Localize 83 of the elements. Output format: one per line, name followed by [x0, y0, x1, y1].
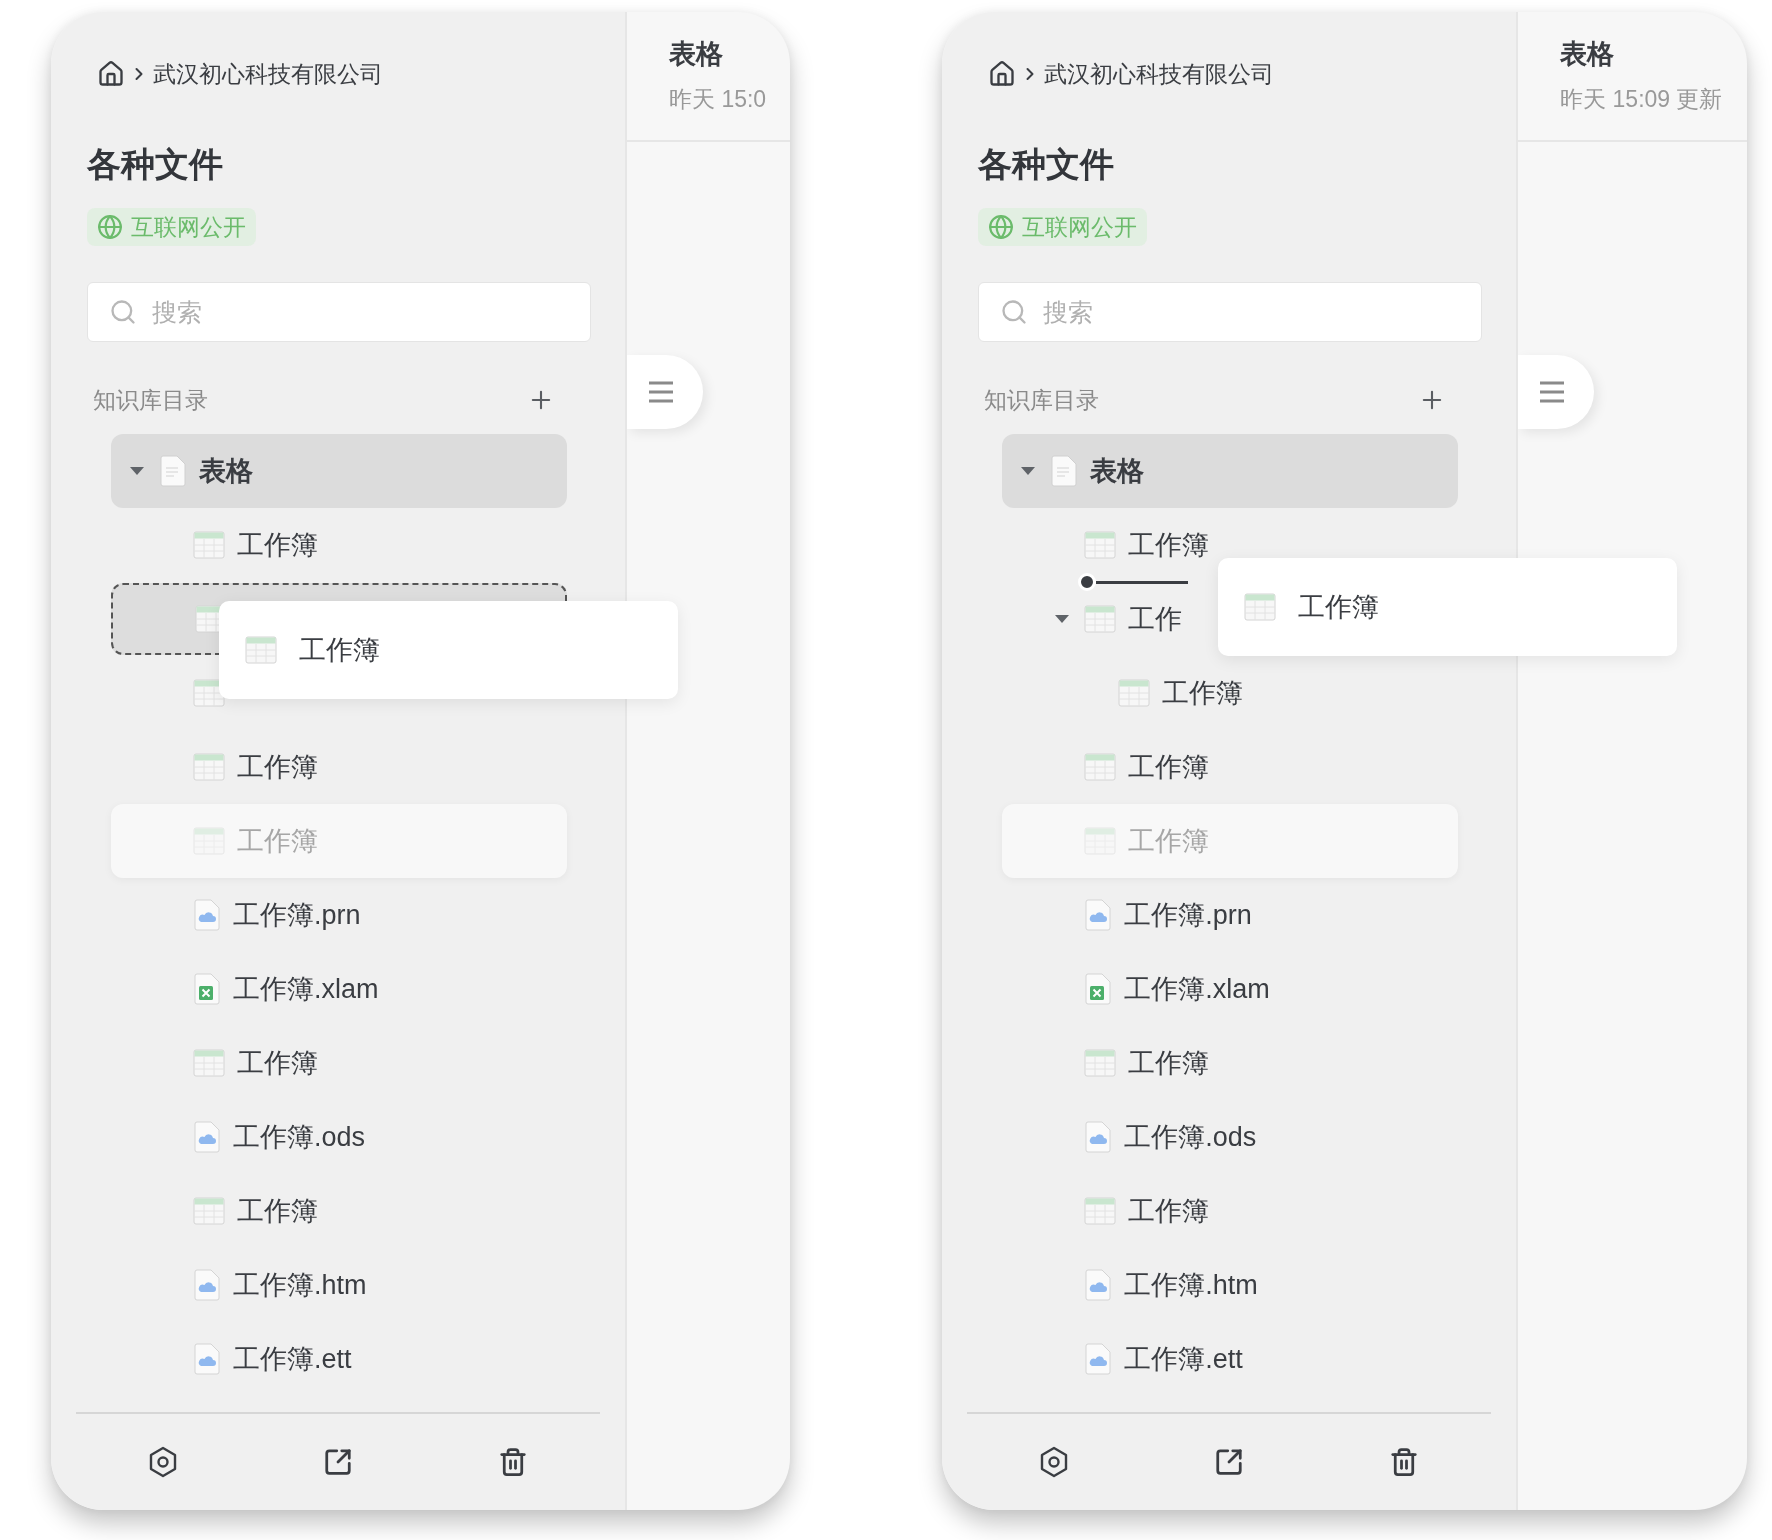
menu-icon: [1538, 380, 1567, 404]
spreadsheet-icon: [1084, 753, 1117, 781]
drag-preview-label: 工作簿: [299, 634, 380, 667]
section-label: 知识库目录: [93, 385, 208, 415]
tree-item[interactable]: 工作簿.ett: [111, 1322, 352, 1396]
menu-button[interactable]: [627, 355, 703, 429]
caret-icon[interactable]: [1020, 466, 1037, 476]
spreadsheet-icon: [193, 753, 225, 781]
tree-item[interactable]: 工作簿.ods: [111, 1100, 366, 1174]
excel-file-icon: [1084, 973, 1113, 1005]
spreadsheet-icon: [1084, 531, 1117, 559]
cloud-file-icon: [1084, 899, 1113, 931]
spreadsheet-icon: [193, 1049, 225, 1077]
breadcrumb-link[interactable]: 武汉初心科技有限公司: [1044, 58, 1275, 90]
tree-item[interactable]: 工作簿: [111, 1174, 318, 1248]
tree-item[interactable]: 工作簿.htm: [1002, 1248, 1258, 1322]
home-icon[interactable]: [988, 60, 1017, 88]
tree-item[interactable]: 工作簿.xlam: [111, 952, 379, 1026]
tree-item[interactable]: 工作簿: [1002, 508, 1210, 582]
search-field[interactable]: 搜索: [87, 282, 591, 342]
tree-item[interactable]: 工作簿: [1002, 730, 1210, 804]
spreadsheet-icon: [1084, 1197, 1117, 1225]
delete-icon[interactable]: [1388, 1447, 1419, 1477]
spreadsheet-icon: [245, 636, 277, 664]
tree-item[interactable]: 工作簿.ods: [1002, 1100, 1257, 1174]
tree-item[interactable]: 工作簿: [111, 730, 318, 804]
tree-item[interactable]: 工作: [1002, 582, 1183, 656]
spreadsheet-icon: [1084, 1049, 1117, 1077]
tree-item[interactable]: 表格: [111, 434, 567, 508]
page-title: 各种文件: [86, 144, 224, 185]
page-title: 各种文件: [977, 144, 1116, 185]
tree-item[interactable]: 工作簿.prn: [111, 878, 361, 952]
share-icon[interactable]: [323, 1447, 353, 1477]
tree-item[interactable]: 工作簿.prn: [1002, 878, 1252, 952]
cloud-file-icon: [1084, 1343, 1113, 1375]
excel-file-icon: [193, 973, 221, 1005]
cloud-file-icon: [193, 1343, 221, 1375]
tree-item[interactable]: 工作簿: [1002, 1174, 1210, 1248]
tree-item[interactable]: 工作簿.xlam: [1002, 952, 1270, 1026]
spreadsheet-icon: [193, 827, 225, 855]
menu-icon: [647, 380, 675, 404]
cloud-file-icon: [193, 899, 221, 931]
globe-icon: [97, 214, 123, 240]
update-time: 昨天 15:09 更新: [1560, 85, 1723, 114]
tree-item[interactable]: 工作簿: [1002, 656, 1244, 730]
caret-icon[interactable]: [1054, 614, 1071, 624]
document-icon: [159, 455, 187, 487]
search-field[interactable]: 搜索: [978, 282, 1483, 342]
tree-item[interactable]: 表格: [1002, 434, 1459, 508]
cloud-file-icon: [193, 1121, 221, 1153]
spreadsheet-icon: [1084, 605, 1117, 633]
menu-button[interactable]: [1518, 355, 1595, 429]
tree-item[interactable]: 工作簿.ett: [1002, 1322, 1243, 1396]
spreadsheet-icon: [1118, 679, 1151, 707]
drag-preview-label: 工作簿: [1298, 591, 1380, 624]
document-icon: [1050, 455, 1079, 487]
document-title: 表格: [669, 38, 724, 71]
search-icon: [109, 298, 137, 326]
spreadsheet-icon: [193, 1197, 225, 1225]
caret-icon[interactable]: [129, 466, 145, 476]
tree-item[interactable]: 工作簿.htm: [111, 1248, 367, 1322]
home-icon[interactable]: [97, 60, 125, 88]
tree-item[interactable]: 工作簿: [111, 1026, 318, 1100]
tree-item[interactable]: 工作簿: [1002, 1026, 1210, 1100]
settings-icon[interactable]: [1039, 1446, 1070, 1478]
visibility-label: 互联网公开: [1022, 212, 1138, 242]
spreadsheet-icon: [1244, 593, 1277, 621]
spreadsheet-icon: [1084, 827, 1117, 855]
visibility-label: 互联网公开: [131, 212, 246, 242]
search-icon: [1000, 298, 1029, 326]
section-label: 知识库目录: [984, 385, 1100, 415]
cloud-file-icon: [1084, 1269, 1113, 1301]
globe-icon: [988, 214, 1015, 240]
delete-icon[interactable]: [497, 1447, 528, 1477]
spreadsheet-icon: [193, 531, 225, 559]
cloud-file-icon: [1084, 1121, 1113, 1153]
cloud-file-icon: [193, 1269, 221, 1301]
settings-icon[interactable]: [148, 1446, 179, 1478]
update-time: 昨天 15:0: [669, 85, 767, 114]
share-icon[interactable]: [1214, 1447, 1245, 1477]
breadcrumb-link[interactable]: 武汉初心科技有限公司: [153, 58, 383, 90]
document-title: 表格: [1560, 38, 1616, 71]
tree-item[interactable]: 工作簿: [111, 508, 318, 582]
